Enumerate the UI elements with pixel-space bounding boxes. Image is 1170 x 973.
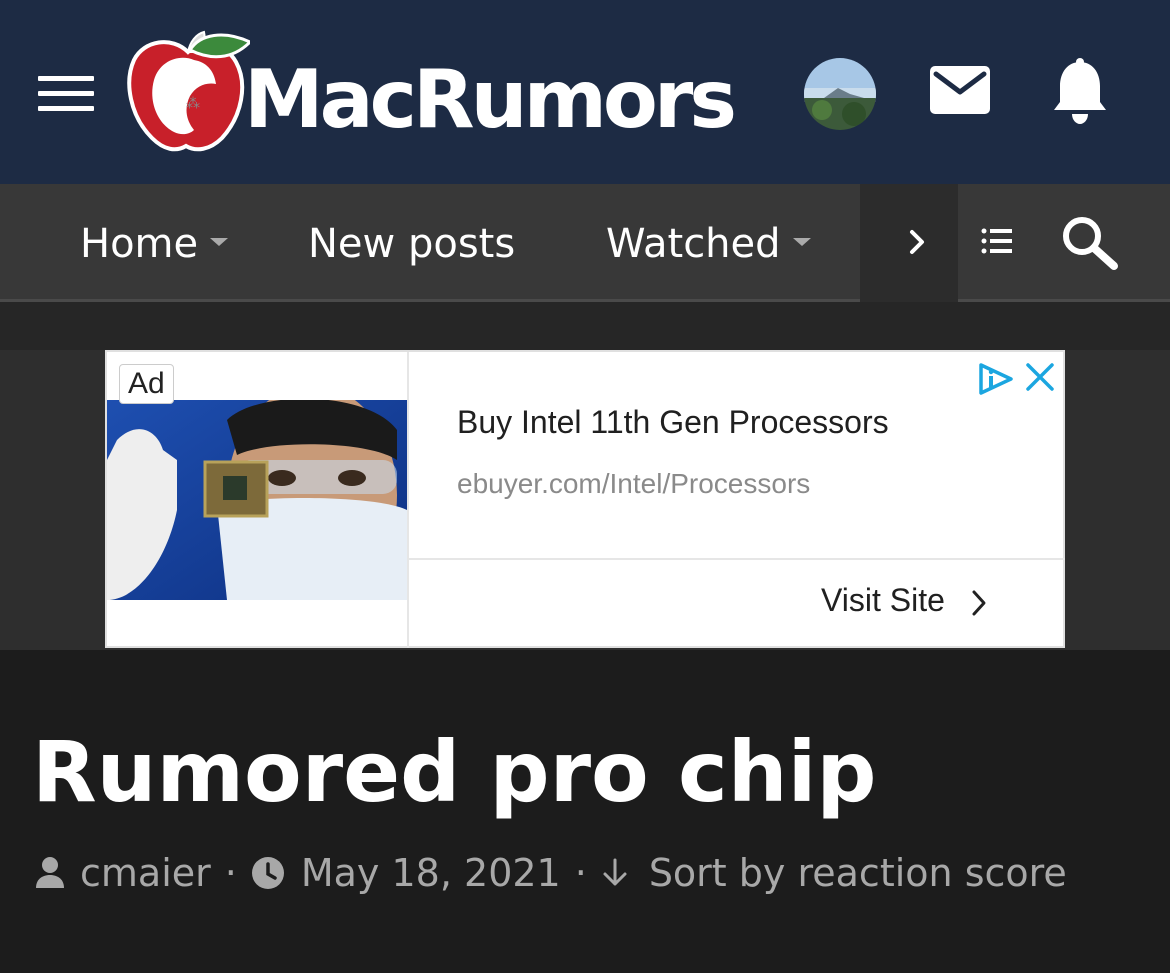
chevron-right-icon bbox=[972, 590, 986, 616]
chevron-right-icon bbox=[910, 230, 924, 254]
close-icon[interactable] bbox=[1025, 362, 1055, 392]
bell-icon[interactable] bbox=[1050, 58, 1110, 126]
apple-logo-icon: ⁂ bbox=[127, 30, 250, 152]
ad-title-link[interactable]: Buy Intel 11th Gen Processors bbox=[457, 404, 889, 441]
mail-icon[interactable] bbox=[928, 64, 992, 116]
ad-divider bbox=[409, 558, 1065, 560]
meta-separator: · bbox=[224, 851, 237, 895]
nav-item-watched[interactable]: Watched bbox=[606, 220, 811, 268]
clock-icon bbox=[251, 857, 284, 889]
site-logo[interactable]: ⁂ MacRumors bbox=[124, 30, 737, 160]
nav-item-label: Watched bbox=[606, 221, 781, 267]
ad-url: ebuyer.com/Intel/Processors bbox=[457, 468, 811, 499]
user-avatar[interactable] bbox=[804, 58, 876, 130]
ad-visit-site-button[interactable]: Visit Site bbox=[821, 582, 994, 619]
arrow-down-icon bbox=[603, 858, 627, 886]
ad-image[interactable] bbox=[107, 400, 407, 600]
ad-visit-label: Visit Site bbox=[821, 582, 945, 618]
user-icon bbox=[36, 857, 64, 888]
logo-text: MacRumors bbox=[244, 53, 737, 146]
nav-scroll-more-button[interactable] bbox=[860, 184, 958, 302]
ad-badge: Ad bbox=[119, 364, 174, 404]
thread-author[interactable]: cmaier bbox=[34, 851, 211, 895]
nav-item-label: Home bbox=[80, 221, 199, 267]
nav-item-home[interactable]: Home bbox=[80, 220, 229, 268]
nav-spacer bbox=[0, 302, 1170, 350]
avatar-image bbox=[804, 58, 876, 130]
search-icon[interactable] bbox=[1060, 214, 1120, 270]
thread-date-text: May 18, 2021 bbox=[300, 851, 561, 895]
list-icon[interactable] bbox=[980, 226, 1014, 256]
meta-separator: · bbox=[574, 851, 587, 895]
thread-meta: cmaier · May 18, 2021 · Sort by reaction… bbox=[34, 850, 1067, 896]
ad-unit[interactable]: Ad Buy Intel 11th Gen Processors ebuyer.… bbox=[105, 350, 1065, 648]
adchoices-icon[interactable] bbox=[977, 362, 1015, 396]
ad-divider bbox=[407, 352, 409, 648]
author-name: cmaier bbox=[80, 851, 211, 895]
ad-photo bbox=[107, 400, 407, 600]
thread-date[interactable]: May 18, 2021 bbox=[251, 851, 561, 895]
chevron-down-icon bbox=[210, 238, 229, 246]
hamburger-menu-icon[interactable] bbox=[38, 76, 94, 112]
page-title: Rumored pro chip bbox=[32, 723, 877, 821]
sort-label: Sort by reaction score bbox=[648, 851, 1067, 895]
svg-text:⁂: ⁂ bbox=[186, 96, 200, 112]
nav-item-label: New posts bbox=[308, 221, 516, 267]
chevron-down-icon bbox=[792, 238, 811, 246]
site-header: ⁂ MacRumors bbox=[0, 0, 1170, 184]
nav-item-new-posts[interactable]: New posts bbox=[308, 220, 515, 268]
sort-by-reaction-score-link[interactable]: Sort by reaction score bbox=[601, 851, 1067, 895]
